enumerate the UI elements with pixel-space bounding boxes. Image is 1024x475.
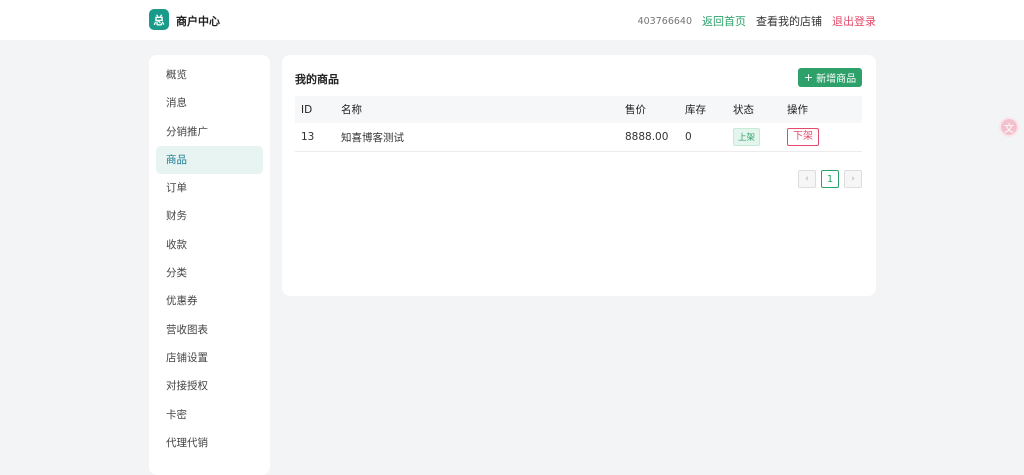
sidebar-item-authorization[interactable]: 对接授权	[156, 372, 263, 400]
table-row: 13 知喜博客测试 8888.00 0 上架 下架	[295, 123, 862, 152]
logout-link[interactable]: 退出登录	[832, 13, 876, 29]
cell-status: 上架	[733, 128, 787, 146]
cell-price: 8888.00	[625, 131, 669, 143]
status-badge: 上架	[733, 128, 761, 146]
translate-icon[interactable]: 文	[999, 117, 1019, 137]
sidebar: 概览 消息 分销推广 商品 订单 财务 收款 分类 优惠券 营收图表 店铺设置 …	[149, 55, 270, 475]
table-header: ID 名称 售价 库存 状态 操作	[295, 96, 862, 123]
column-header-status: 状态	[733, 104, 754, 116]
page-number-button[interactable]: 1	[821, 170, 839, 188]
sidebar-item-orders[interactable]: 订单	[156, 174, 263, 202]
top-bar: 总 商户中心 403766640 返回首页 查看我的店铺 退出登录	[0, 0, 1024, 40]
logo[interactable]: 总	[149, 9, 169, 30]
column-header-actions: 操作	[787, 104, 808, 116]
products-panel: 我的商品 + 新增商品 ID 名称 售价 库存 状态 操作 13 知喜博客测试 …	[282, 55, 876, 296]
sidebar-item-shop-settings[interactable]: 店铺设置	[156, 344, 263, 372]
cell-stock: 0	[685, 131, 692, 143]
sidebar-item-finance[interactable]: 财务	[156, 202, 263, 230]
products-table: ID 名称 售价 库存 状态 操作 13 知喜博客测试 8888.00 0 上架…	[295, 96, 862, 152]
cell-name: 知喜博客测试	[341, 131, 404, 144]
plus-icon: +	[803, 71, 814, 84]
brand-title: 商户中心	[176, 15, 220, 28]
take-down-button[interactable]: 下架	[787, 128, 819, 146]
top-nav: 403766640 返回首页 查看我的店铺 退出登录	[638, 13, 876, 29]
sidebar-item-card-keys[interactable]: 卡密	[156, 401, 263, 429]
sidebar-item-overview[interactable]: 概览	[156, 61, 263, 89]
view-shop-link[interactable]: 查看我的店铺	[756, 13, 822, 29]
sidebar-item-categories[interactable]: 分类	[156, 259, 263, 287]
home-link[interactable]: 返回首页	[702, 13, 746, 29]
pagination: ‹ 1 ›	[798, 170, 862, 188]
prev-page-button[interactable]: ‹	[798, 170, 816, 188]
column-header-name: 名称	[341, 104, 362, 116]
sidebar-item-products[interactable]: 商品	[156, 145, 263, 175]
sidebar-item-payments[interactable]: 收款	[156, 231, 263, 259]
column-header-stock: 库存	[685, 104, 706, 116]
next-page-button[interactable]: ›	[844, 170, 862, 188]
cell-id: 13	[301, 131, 315, 143]
sidebar-item-agency[interactable]: 代理代销	[156, 429, 263, 457]
cell-actions: 下架	[787, 128, 862, 146]
page-title: 我的商品	[295, 73, 339, 86]
user-id: 403766640	[637, 15, 692, 27]
sidebar-item-revenue-chart[interactable]: 营收图表	[156, 316, 263, 344]
sidebar-item-coupons[interactable]: 优惠券	[156, 287, 263, 315]
add-product-button[interactable]: + 新增商品	[798, 68, 862, 87]
sidebar-item-messages[interactable]: 消息	[156, 89, 263, 117]
add-product-label: 新增商品	[816, 74, 857, 85]
column-header-id: ID	[301, 103, 313, 116]
column-header-price: 售价	[625, 104, 646, 116]
sidebar-item-promotion[interactable]: 分销推广	[156, 118, 263, 146]
